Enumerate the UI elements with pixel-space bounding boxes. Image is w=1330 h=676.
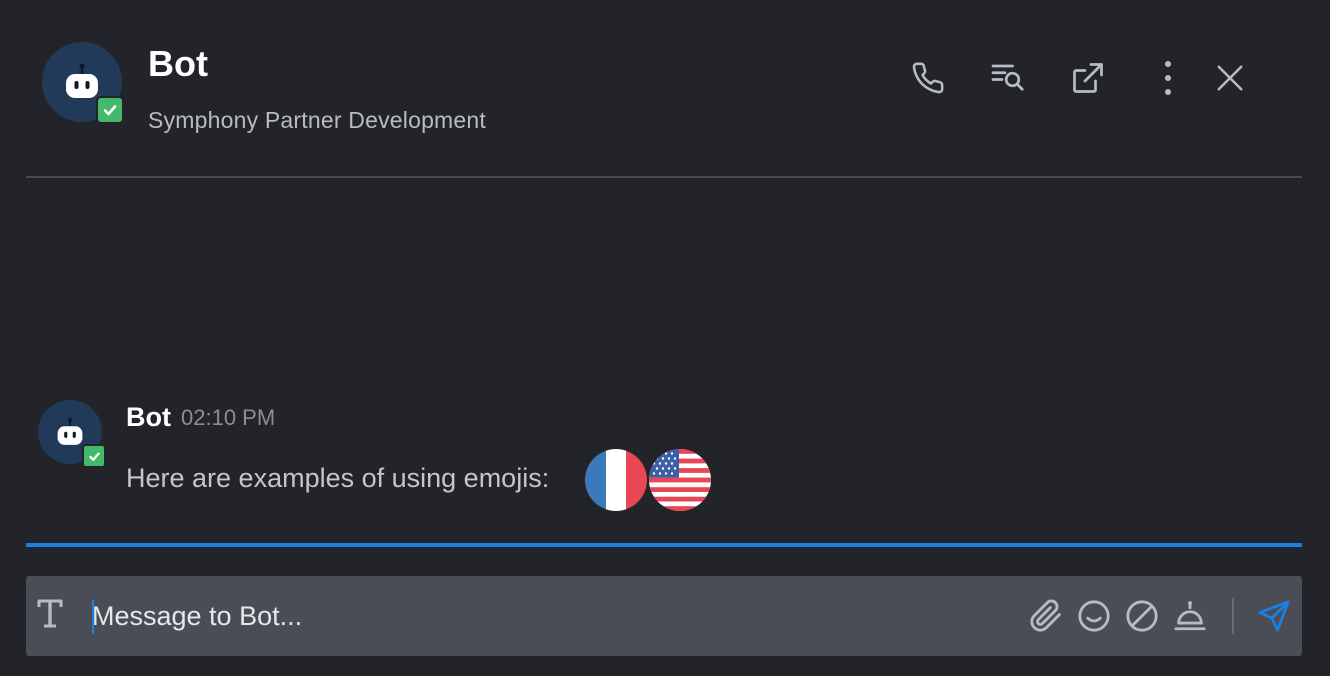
emoji-icon — [1078, 600, 1110, 632]
block-icon — [1126, 600, 1158, 632]
message-input[interactable] — [92, 596, 992, 636]
send-icon — [1258, 600, 1290, 632]
list-search-icon — [991, 64, 1024, 91]
message-author[interactable]: Bot — [126, 400, 171, 434]
chime-button[interactable] — [1170, 596, 1210, 636]
composer-separator — [1232, 598, 1234, 634]
format-text-icon — [37, 599, 63, 628]
message-author-avatar[interactable] — [38, 400, 106, 468]
message-text: Here are examples of using emojis: — [126, 463, 550, 493]
text-format-button[interactable] — [36, 598, 66, 634]
conversation-title: Bot — [148, 43, 208, 84]
flag-france-emoji — [585, 449, 647, 511]
text-caret — [92, 600, 94, 634]
message-composer — [26, 576, 1302, 656]
chat-window: Bot Symphony Partner Development Bot 02:… — [0, 0, 1330, 676]
bot-icon — [66, 63, 98, 98]
phone-icon — [912, 62, 944, 94]
flag-united-states-emoji — [649, 449, 711, 511]
flag-france-icon — [585, 449, 647, 511]
close-icon — [1217, 65, 1243, 91]
search-conversation-button[interactable] — [988, 58, 1028, 98]
header-divider — [26, 176, 1302, 178]
attach-file-button[interactable] — [1026, 596, 1066, 636]
pop-out-button[interactable] — [1068, 58, 1108, 98]
bot-icon — [57, 418, 83, 445]
more-options-button[interactable] — [1148, 58, 1188, 98]
conversation-subtitle: Symphony Partner Development — [148, 107, 486, 133]
flag-united-states-icon — [649, 449, 711, 511]
new-messages-divider — [26, 543, 1302, 547]
emoji-button[interactable] — [1074, 596, 1114, 636]
block-button[interactable] — [1122, 596, 1162, 636]
send-button[interactable] — [1254, 596, 1294, 636]
call-button[interactable] — [908, 58, 948, 98]
verified-badge-icon — [82, 444, 106, 468]
close-button[interactable] — [1210, 58, 1250, 98]
more-vertical-icon — [1165, 61, 1171, 95]
bell-icon — [1174, 601, 1206, 631]
attachment-icon — [1030, 599, 1061, 632]
bot-avatar[interactable] — [42, 42, 124, 124]
verified-badge-icon — [96, 96, 124, 124]
message-timestamp: 02:10 PM — [181, 405, 276, 430]
external-link-icon — [1073, 63, 1103, 93]
